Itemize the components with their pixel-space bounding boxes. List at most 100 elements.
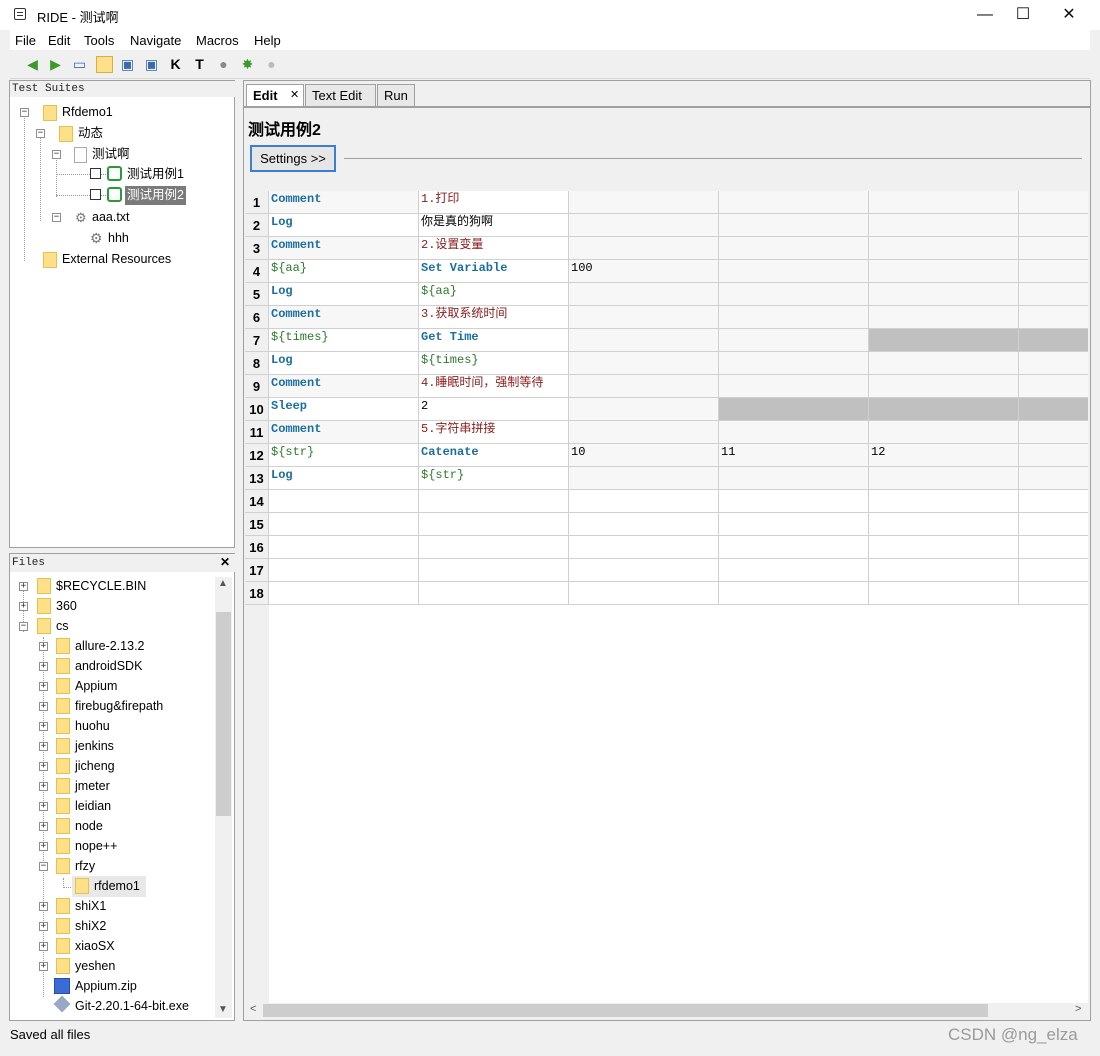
grid-cell[interactable]	[869, 490, 1019, 513]
tree-item-aaa[interactable]: aaa.txt	[92, 207, 130, 227]
grid-cell[interactable]	[569, 329, 719, 352]
grid-cell[interactable]	[719, 237, 869, 260]
close-button[interactable]: ✕	[1046, 0, 1092, 30]
row-number[interactable]: 15	[245, 513, 269, 536]
row-number[interactable]: 6	[245, 306, 269, 329]
grid-cell[interactable]: 1.打印	[419, 191, 569, 214]
file-item[interactable]: allure-2.13.2	[75, 636, 145, 656]
expand-dongtai-icon[interactable]: −	[36, 129, 45, 138]
grid-cell[interactable]	[569, 237, 719, 260]
grid-cell[interactable]	[1019, 398, 1088, 421]
file-item[interactable]: rfdemo1	[94, 876, 140, 896]
grid-cell[interactable]	[1019, 467, 1088, 490]
row-number[interactable]: 5	[245, 283, 269, 306]
grid-cell[interactable]: 你是真的狗啊	[419, 214, 569, 237]
row-number[interactable]: 13	[245, 467, 269, 490]
grid-cell[interactable]	[869, 582, 1019, 605]
row-number[interactable]: 4	[245, 260, 269, 283]
grid-cell[interactable]	[569, 375, 719, 398]
grid-cell[interactable]	[1019, 490, 1088, 513]
tree-item-rfdemo1[interactable]: Rfdemo1	[62, 102, 113, 122]
file-item[interactable]: Appium.zip	[75, 976, 137, 996]
grid-cell[interactable]	[419, 582, 569, 605]
scroll-left-icon[interactable]: <	[250, 1003, 256, 1015]
row-number[interactable]: 1	[245, 191, 269, 214]
tab-text-edit[interactable]: Text Edit	[305, 84, 376, 106]
grid-cell[interactable]	[719, 582, 869, 605]
file-item[interactable]: xiaoSX	[75, 936, 115, 956]
file-item[interactable]: node	[75, 816, 103, 836]
file-item[interactable]: huohu	[75, 716, 110, 736]
grid-cell[interactable]: Log	[269, 352, 419, 375]
grid-cell[interactable]	[569, 214, 719, 237]
menu-file[interactable]: File	[15, 33, 36, 48]
tab-run[interactable]: Run	[377, 84, 415, 106]
menu-tools[interactable]: Tools	[84, 33, 114, 48]
save-icon[interactable]: ▣	[119, 56, 136, 73]
expand-icon[interactable]: +	[39, 722, 48, 731]
grid-cell[interactable]	[1019, 352, 1088, 375]
tab-edit[interactable]: Edit ✕	[246, 84, 304, 106]
collapse-icon[interactable]: −	[39, 862, 48, 871]
back-icon[interactable]: ◀	[24, 56, 41, 73]
grid-cell[interactable]	[1019, 559, 1088, 582]
row-number[interactable]: 8	[245, 352, 269, 375]
grid-cell[interactable]	[719, 329, 869, 352]
grid-h-scroll-thumb[interactable]	[263, 1004, 988, 1017]
grid-cell[interactable]: Log	[269, 467, 419, 490]
tree-item-testcase2[interactable]: 测试用例2	[125, 186, 186, 205]
grid-cell[interactable]	[569, 536, 719, 559]
expand-icon[interactable]: +	[39, 642, 48, 651]
test-search-icon[interactable]: T	[191, 56, 208, 73]
grid-cell[interactable]: Comment	[269, 191, 419, 214]
grid-cell[interactable]: Log	[269, 214, 419, 237]
row-number[interactable]: 17	[245, 559, 269, 582]
grid-cell[interactable]	[869, 191, 1019, 214]
grid-cell[interactable]	[719, 306, 869, 329]
file-item[interactable]: Git-2.20.1-64-bit.exe	[75, 996, 189, 1016]
grid-cell[interactable]: Sleep	[269, 398, 419, 421]
expand-icon[interactable]: +	[39, 842, 48, 851]
grid-cell[interactable]	[719, 467, 869, 490]
grid-cell[interactable]	[869, 421, 1019, 444]
grid-cell[interactable]: 12	[869, 444, 1019, 467]
grid-cell[interactable]: Comment	[269, 237, 419, 260]
grid-cell[interactable]	[419, 536, 569, 559]
expand-icon[interactable]: +	[39, 962, 48, 971]
grid-cell[interactable]: 100	[569, 260, 719, 283]
collapse-icon[interactable]: −	[19, 622, 28, 631]
grid-cell[interactable]	[269, 490, 419, 513]
menu-help[interactable]: Help	[254, 33, 281, 48]
grid-cell[interactable]	[569, 306, 719, 329]
grid-cell[interactable]	[1019, 375, 1088, 398]
grid-cell[interactable]	[869, 375, 1019, 398]
grid-cell[interactable]: Log	[269, 283, 419, 306]
grid-cell[interactable]	[269, 536, 419, 559]
grid-cell[interactable]: 3.获取系统时间	[419, 306, 569, 329]
expand-rfdemo1-icon[interactable]: −	[20, 108, 29, 117]
grid-cell[interactable]: Get Time	[419, 329, 569, 352]
grid-cell[interactable]: Catenate	[419, 444, 569, 467]
file-item[interactable]: shiX1	[75, 896, 106, 916]
file-item[interactable]: leidian	[75, 796, 111, 816]
grid-cell[interactable]	[569, 398, 719, 421]
grid-cell[interactable]	[719, 191, 869, 214]
row-number[interactable]: 12	[245, 444, 269, 467]
grid-cell[interactable]	[719, 513, 869, 536]
file-item[interactable]: shiX2	[75, 916, 106, 936]
grid-cell[interactable]	[419, 559, 569, 582]
expand-icon[interactable]: +	[39, 682, 48, 691]
grid-cell[interactable]	[1019, 582, 1088, 605]
menu-navigate[interactable]: Navigate	[130, 33, 181, 48]
grid-cell[interactable]	[719, 283, 869, 306]
grid-cell[interactable]: 11	[719, 444, 869, 467]
grid-cell[interactable]: ${aa}	[269, 260, 419, 283]
settings-button[interactable]: Settings >>	[250, 145, 336, 172]
grid-cell[interactable]	[869, 260, 1019, 283]
grid-cell[interactable]	[869, 559, 1019, 582]
tree-item-ceshia[interactable]: 测试啊	[92, 144, 130, 164]
expand-aaa-icon[interactable]: −	[52, 213, 61, 222]
row-number[interactable]: 14	[245, 490, 269, 513]
file-item[interactable]: yeshen	[75, 956, 115, 976]
grid-cell[interactable]: Comment	[269, 306, 419, 329]
